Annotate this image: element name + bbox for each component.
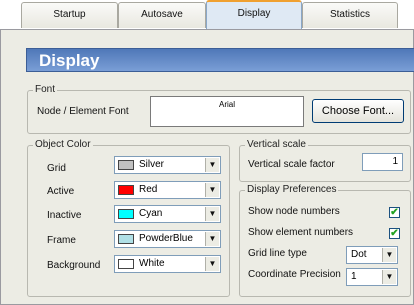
tab-bar: Startup Autosave Display Statistics <box>0 0 414 30</box>
chevron-down-icon[interactable]: ▼ <box>205 183 219 197</box>
frame-color-select[interactable]: PowderBlue ▼ <box>114 230 221 248</box>
section-header: Display <box>26 48 414 72</box>
grid-color-value: Silver <box>139 159 165 170</box>
grid-line-type-label: Grid line type <box>248 248 307 259</box>
tab-autosave[interactable]: Autosave <box>118 2 206 28</box>
coordinate-precision-value: 1 <box>351 271 357 282</box>
chevron-down-icon[interactable]: ▼ <box>382 270 396 284</box>
page-title: Display <box>39 51 100 70</box>
color-row-label-active: Active <box>47 186 75 197</box>
font-preview-text: Arial <box>218 100 235 109</box>
display-preferences-group: Display Preferences Show node numbers ✔ … <box>239 184 411 297</box>
background-color-select[interactable]: White ▼ <box>114 255 221 273</box>
font-preview-box: Arial <box>150 96 304 127</box>
display-panel: Display Font Node / Element Font Arial C… <box>0 29 414 305</box>
font-group-label: Font <box>33 84 58 96</box>
tab-statistics[interactable]: Statistics <box>302 2 398 28</box>
chevron-down-icon[interactable]: ▼ <box>205 158 219 172</box>
chevron-down-icon[interactable]: ▼ <box>382 248 396 262</box>
check-icon: ✔ <box>390 228 399 239</box>
show-node-numbers-checkbox[interactable]: ✔ <box>389 207 400 218</box>
display-preferences-label: Display Preferences <box>245 184 339 196</box>
inactive-color-swatch <box>118 209 134 219</box>
active-color-select[interactable]: Red ▼ <box>114 181 221 199</box>
font-group: Font Node / Element Font Arial Choose Fo… <box>27 84 411 134</box>
background-color-value: White <box>139 258 165 269</box>
frame-color-value: PowderBlue <box>139 233 193 244</box>
tab-display[interactable]: Display <box>206 0 302 30</box>
inactive-color-select[interactable]: Cyan ▼ <box>114 205 221 223</box>
vertical-scale-factor-label: Vertical scale factor <box>248 159 335 170</box>
color-row-label-background: Background <box>47 260 101 271</box>
vertical-scale-group: Vertical scale Vertical scale factor 1 <box>239 139 411 182</box>
coordinate-precision-select[interactable]: 1 ▼ <box>346 268 398 286</box>
show-node-numbers-label: Show node numbers <box>248 206 340 217</box>
choose-font-button[interactable]: Choose Font... <box>312 99 404 123</box>
grid-line-type-value: Dot <box>351 249 367 260</box>
vertical-scale-label: Vertical scale <box>245 139 308 151</box>
grid-line-type-select[interactable]: Dot ▼ <box>346 246 398 264</box>
active-color-value: Red <box>139 184 158 195</box>
inactive-color-value: Cyan <box>139 208 163 219</box>
vertical-scale-factor-input[interactable]: 1 <box>362 153 403 171</box>
chevron-down-icon[interactable]: ▼ <box>205 207 219 221</box>
object-color-group: Object Color Grid Silver ▼ Active Red ▼ … <box>27 139 230 297</box>
background-color-swatch <box>118 259 134 269</box>
chevron-down-icon[interactable]: ▼ <box>205 257 219 271</box>
show-element-numbers-label: Show element numbers <box>248 227 354 238</box>
coordinate-precision-label: Coordinate Precision <box>248 269 341 280</box>
frame-color-swatch <box>118 234 134 244</box>
grid-color-select[interactable]: Silver ▼ <box>114 156 221 174</box>
color-row-label-inactive: Inactive <box>47 210 82 221</box>
tab-startup[interactable]: Startup <box>21 2 118 28</box>
check-icon: ✔ <box>390 207 399 218</box>
grid-color-swatch <box>118 160 134 170</box>
show-element-numbers-checkbox[interactable]: ✔ <box>389 228 400 239</box>
color-row-label-grid: Grid <box>47 163 66 174</box>
object-color-label: Object Color <box>33 139 93 151</box>
color-row-label-frame: Frame <box>47 235 76 246</box>
active-color-swatch <box>118 185 134 195</box>
node-element-font-label: Node / Element Font <box>37 106 129 117</box>
chevron-down-icon[interactable]: ▼ <box>205 232 219 246</box>
